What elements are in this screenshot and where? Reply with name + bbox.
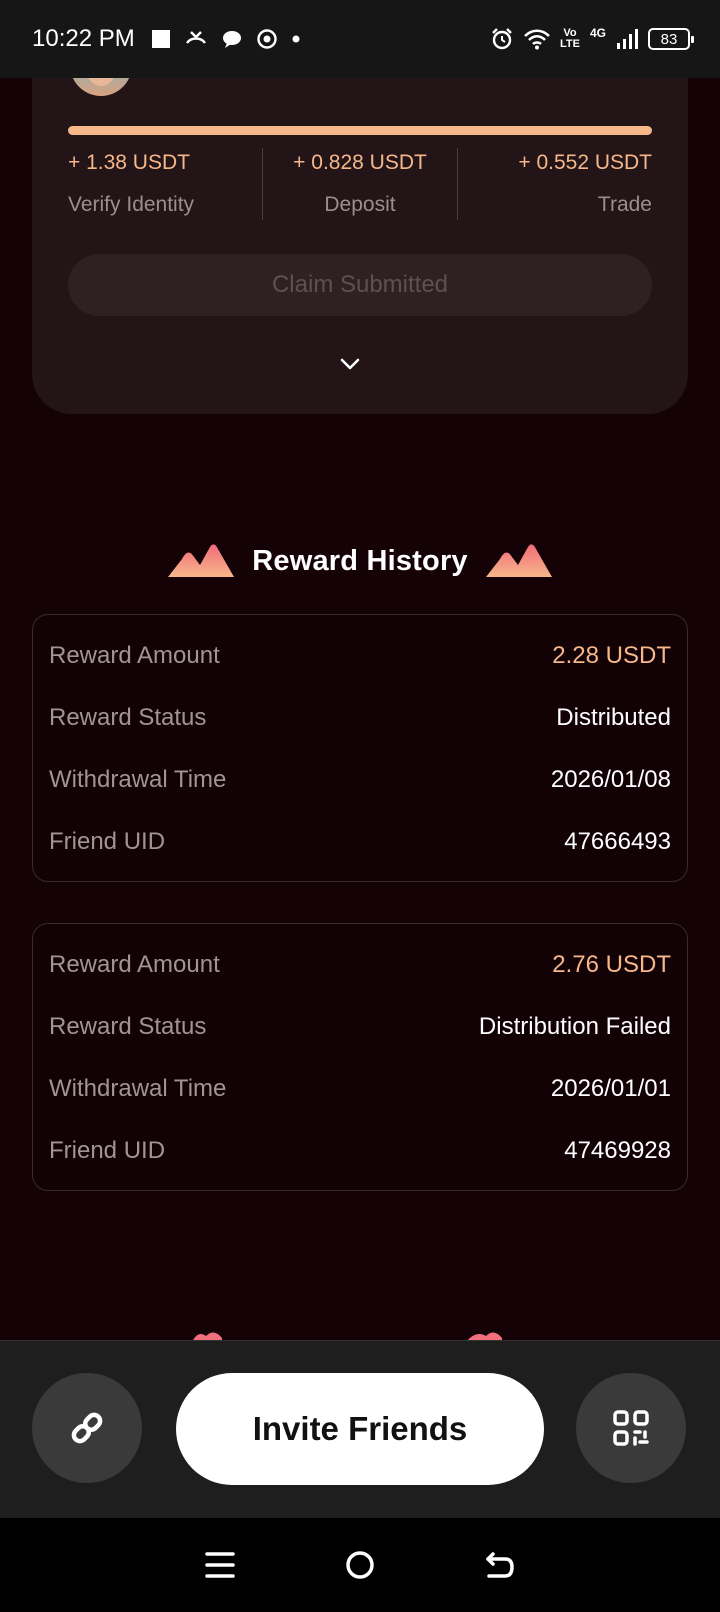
mountain-decoration-icon bbox=[168, 544, 235, 577]
reward-status: Distribution Failed bbox=[478, 1013, 671, 1040]
menu-nav-button[interactable] bbox=[200, 1545, 240, 1585]
home-nav-button[interactable] bbox=[340, 1545, 380, 1585]
withdrawal-time: 2026/01/01 bbox=[550, 1075, 671, 1102]
home-circle-icon bbox=[346, 1551, 374, 1579]
back-icon bbox=[486, 1552, 514, 1578]
friend-uid: 47666493 bbox=[564, 828, 671, 855]
task-list: + 1.38 USDT Verify Identity + 0.828 USDT… bbox=[68, 148, 652, 220]
task-amount: + 0.828 USDT bbox=[293, 151, 427, 174]
reward-history-header: Reward History bbox=[0, 530, 720, 592]
more-notifications-dot-icon bbox=[292, 35, 300, 43]
network-type: 4G bbox=[589, 26, 606, 40]
qr-code-icon bbox=[613, 1410, 649, 1446]
record-row-amount: Reward Amount 2.76 USDT bbox=[49, 934, 671, 996]
task-verify-identity: + 1.38 USDT Verify Identity bbox=[68, 148, 262, 220]
volte-line2: LTE bbox=[560, 38, 580, 50]
task-label: Deposit bbox=[324, 193, 396, 216]
record-row-time: Withdrawal Time 2026/01/08 bbox=[49, 749, 671, 811]
status-bar: 10:22 PM Vo LTE 4G 83 bbox=[0, 0, 720, 78]
task-progress-fill bbox=[68, 126, 652, 135]
task-deposit: + 0.828 USDT Deposit bbox=[262, 148, 458, 220]
status-time: 10:22 PM bbox=[32, 25, 135, 52]
qr-code-button[interactable] bbox=[576, 1373, 686, 1483]
alarm-icon bbox=[492, 28, 512, 50]
task-progress-bar bbox=[68, 126, 652, 135]
record-label: Withdrawal Time bbox=[49, 766, 227, 793]
record-label: Reward Amount bbox=[49, 951, 220, 978]
mountain-decoration-icon bbox=[485, 544, 552, 577]
system-icons: Vo LTE 4G 83 bbox=[490, 26, 694, 51]
task-trade: + 0.552 USDT Trade bbox=[458, 148, 652, 220]
chat-bubble-icon bbox=[222, 31, 241, 48]
record-label: Reward Status bbox=[49, 704, 207, 731]
record-label: Friend UID bbox=[49, 1137, 166, 1164]
task-label: Trade bbox=[597, 193, 652, 216]
reward-record-card: Reward Amount 2.28 USDT Reward Status Di… bbox=[32, 614, 688, 882]
task-progress-card: + 1.38 USDT Verify Identity + 0.828 USDT… bbox=[32, 40, 688, 414]
system-nav-bar bbox=[0, 1518, 720, 1612]
record-row-uid: Friend UID 47666493 bbox=[49, 811, 671, 873]
chevron-down-icon[interactable] bbox=[338, 352, 362, 376]
menu-icon bbox=[205, 1552, 235, 1578]
link-icon bbox=[71, 1412, 103, 1444]
friend-uid: 47469928 bbox=[564, 1137, 671, 1164]
task-amount: + 1.38 USDT bbox=[68, 151, 190, 174]
claim-button[interactable]: Claim Submitted bbox=[68, 254, 652, 316]
chrome-icon bbox=[257, 29, 277, 49]
record-label: Reward Amount bbox=[49, 642, 220, 669]
reward-history-title: Reward History bbox=[252, 544, 468, 577]
square-app-icon bbox=[151, 30, 170, 48]
signal-icon bbox=[617, 29, 638, 49]
record-row-status: Reward Status Distributed bbox=[49, 687, 671, 749]
missed-call-icon bbox=[185, 31, 206, 44]
record-row-time: Withdrawal Time 2026/01/01 bbox=[49, 1058, 671, 1120]
reward-amount: 2.28 USDT bbox=[552, 642, 671, 669]
reward-amount: 2.76 USDT bbox=[552, 951, 671, 978]
task-label: Verify Identity bbox=[68, 193, 195, 216]
record-label: Reward Status bbox=[49, 1013, 207, 1040]
reward-status: Distributed bbox=[556, 704, 671, 731]
invite-friends-button[interactable]: Invite Friends bbox=[176, 1373, 544, 1485]
withdrawal-time: 2026/01/08 bbox=[550, 766, 671, 793]
record-row-amount: Reward Amount 2.28 USDT bbox=[49, 625, 671, 687]
volte-indicator: Vo LTE bbox=[560, 28, 580, 50]
record-label: Withdrawal Time bbox=[49, 1075, 227, 1102]
copy-link-button[interactable] bbox=[32, 1373, 142, 1483]
task-amount: + 0.552 USDT bbox=[518, 151, 652, 174]
record-label: Friend UID bbox=[49, 828, 166, 855]
reward-record-card: Reward Amount 2.76 USDT Reward Status Di… bbox=[32, 923, 688, 1191]
wifi-icon bbox=[524, 29, 550, 50]
notification-icons bbox=[151, 29, 301, 49]
battery-icon: 83 bbox=[648, 28, 694, 50]
bottom-action-bar: Invite Friends bbox=[0, 1340, 720, 1518]
record-row-uid: Friend UID 47469928 bbox=[49, 1120, 671, 1182]
back-nav-button[interactable] bbox=[480, 1545, 520, 1585]
record-row-status: Reward Status Distribution Failed bbox=[49, 996, 671, 1058]
